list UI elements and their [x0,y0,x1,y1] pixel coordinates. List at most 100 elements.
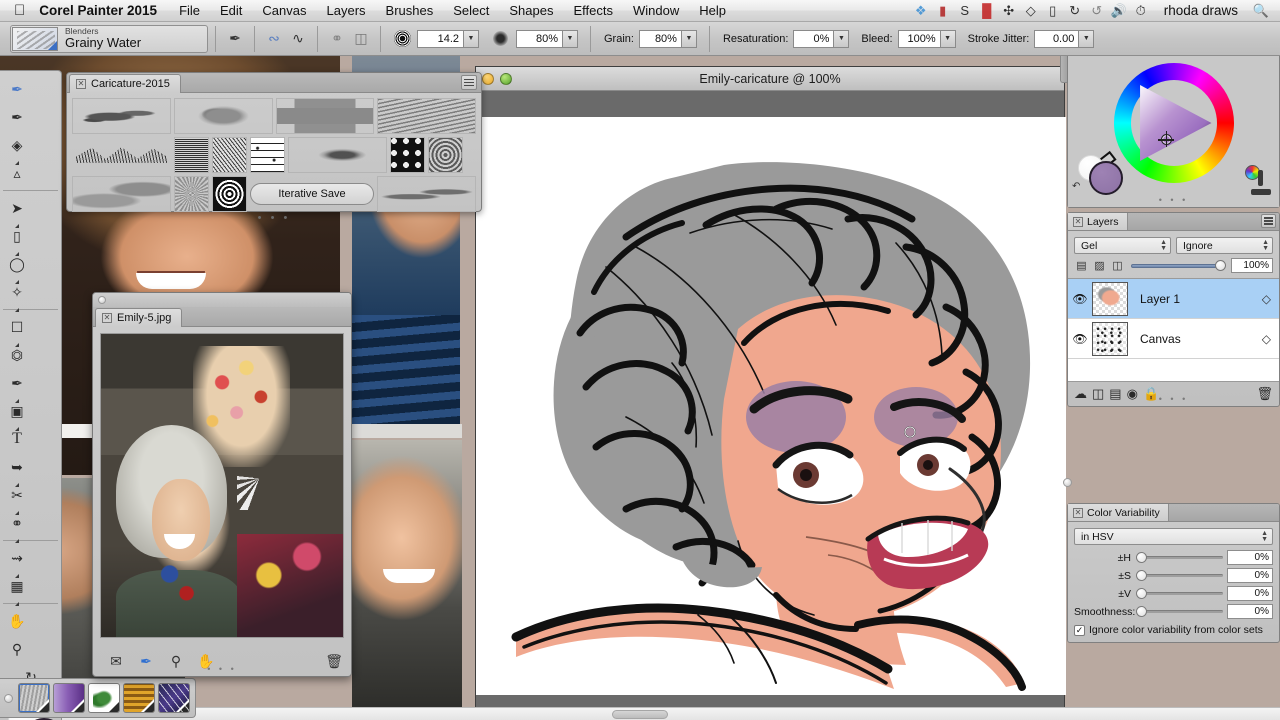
hatch-lines-brush-thumb[interactable] [377,98,476,134]
dropper-icon[interactable]: ✒ [131,653,161,670]
clock-icon[interactable]: ⏱ [1130,3,1152,19]
rectangular-selection-tool-icon[interactable]: ▯ [3,222,31,256]
menu-layers[interactable]: Layers [317,3,376,18]
reference-window-dragbar[interactable] [93,293,351,307]
menu-canvas[interactable]: Canvas [252,3,316,18]
chevron-down-icon[interactable]: ▼ [562,30,577,47]
lasso-tool-icon[interactable]: ◯ [3,250,31,284]
perspective-guides-tool-icon[interactable]: ▦ [3,572,31,606]
artwork-canvas[interactable] [476,117,1066,695]
menu-window[interactable]: Window [623,3,689,18]
palette-grip[interactable]: • • • [72,213,476,224]
variability-h-value[interactable]: 0% [1227,550,1273,565]
eraser-tool-icon[interactable]: ▵ [3,159,31,187]
stepper-icon[interactable]: ▲ ▼ [1262,239,1269,252]
chevron-down-icon[interactable]: ▼ [833,30,849,47]
layer-name[interactable]: Layer 1 [1128,292,1180,306]
document-title-bar[interactable]: Emily-caricature @ 100% [476,67,1064,91]
menu-brushes[interactable]: Brushes [376,3,444,18]
shape-selection-tool-icon[interactable]: ➥ [3,453,31,487]
media-bar-grip[interactable] [4,693,13,703]
stroke-jitter-field[interactable]: 0.00 ▼ [1034,29,1095,48]
apple-icon[interactable]:  [0,3,39,18]
preserve-transparency-icon[interactable]: ▤ [1074,259,1089,273]
reference-tab[interactable]: ✕ Emily-5.jpg [95,308,183,327]
close-icon[interactable]: ✕ [76,79,86,89]
smoothness-value[interactable]: 0% [1227,604,1273,619]
brush-tool-icon[interactable]: ✒ [3,75,31,103]
clone-color-icon[interactable] [1245,165,1271,195]
dropbox-icon[interactable]: ❖ [910,3,932,19]
dynamic-plugins-icon[interactable]: ☁ [1074,386,1087,402]
close-icon[interactable]: ✕ [1073,507,1083,518]
mirror-painting-tool-icon[interactable]: ⇝ [3,544,31,578]
layer-row-layer-1[interactable]: 👁 Layer 1 ◇ [1068,279,1279,319]
menu-shapes[interactable]: Shapes [499,3,563,18]
reference-photo[interactable] [100,333,344,638]
new-layer-icon[interactable]: ▤ [1109,386,1121,402]
menu-help[interactable]: Help [689,3,736,18]
stepper-icon[interactable]: ▲ ▼ [1261,530,1268,543]
pattern-selector[interactable] [88,683,120,713]
chevron-down-icon[interactable]: ▼ [1078,30,1094,47]
close-icon[interactable]: ✕ [102,313,112,323]
saturation-value-triangle[interactable] [1136,85,1212,161]
user-name[interactable]: rhoda draws [1152,3,1250,18]
layer-group-icon[interactable]: ◫ [1110,259,1125,273]
weave-selector[interactable] [123,683,155,713]
color-panel-grip[interactable]: • • • [1159,195,1188,205]
spray-brush-thumb[interactable] [288,137,387,173]
grain-field[interactable]: 80% ▼ [638,29,697,48]
brush-tool-icon[interactable]: ✒ [223,27,247,51]
layer-stack-icon[interactable]: ◇ [1262,292,1279,306]
tab-layers[interactable]: ✕ Layers [1068,213,1128,230]
chevron-down-icon[interactable]: ▼ [463,30,478,47]
ignore-variability-checkbox-row[interactable]: ✓ Ignore color variability from color se… [1074,624,1273,636]
stepper-icon[interactable]: ▲ ▼ [1160,239,1167,252]
composite-method-select[interactable]: Gel ▲ ▼ [1074,237,1171,254]
palette-menu-icon[interactable] [461,75,477,90]
dotted-grid-thumb[interactable] [250,137,285,173]
straight-line-stroke-icon[interactable]: ∿ [286,27,310,51]
palette-tab-caricature[interactable]: ✕ Caricature-2015 [69,74,181,93]
delete-layer-icon[interactable]: 🗑 [1256,386,1273,402]
scrollbar-thumb[interactable] [612,710,668,719]
pick-up-underlying-icon[interactable]: ▨ [1092,259,1107,273]
panel-menu-icon[interactable] [1261,214,1276,228]
dropper-tool-icon[interactable]: ✒ [3,103,31,131]
new-layer-mask-icon[interactable]: ◉ [1127,386,1138,402]
layer-stack-icon[interactable]: ◇ [1262,332,1279,346]
search-icon[interactable]: 🔍 [1250,3,1272,19]
variability-v-slider[interactable] [1136,588,1223,599]
layer-opacity-value[interactable]: 100% [1231,258,1273,273]
close-icon[interactable]: ✕ [1073,216,1083,227]
film-icon[interactable]: █ [976,3,998,18]
grain-pattern-thumb[interactable] [174,137,209,173]
wave-brush-thumb[interactable] [72,176,171,212]
freehand-stroke-icon[interactable]: ∾ [262,27,286,51]
battery-icon[interactable]: ▮ [932,3,954,19]
magnifier-icon[interactable]: ⚲ [161,653,191,670]
variability-mode-select[interactable]: in HSV ▲ ▼ [1074,528,1273,545]
grabber-hand-tool-icon[interactable]: ✋ [3,607,31,635]
convert-point-tool-icon[interactable]: ⚭ [3,509,31,543]
composite-depth-select[interactable]: Ignore ▲ ▼ [1176,237,1273,254]
brush-size-field[interactable]: 14.2 ▼ [417,29,479,48]
open-image-icon[interactable]: ✉ [101,653,131,670]
reference-grip[interactable]: • • • [207,664,236,674]
magic-wand-tool-icon[interactable]: ✧ [3,278,31,312]
timemachine-icon[interactable]: ↺ [1086,3,1108,19]
layer-mask-icon[interactable]: ◫ [1092,386,1104,402]
gradient-selector[interactable] [53,683,85,713]
layers-panel-grip[interactable]: • • • [1159,394,1188,404]
look-selector[interactable] [158,683,190,713]
chevron-down-icon[interactable]: ▼ [939,30,955,47]
block-brush-thumb[interactable] [275,98,375,134]
menu-effects[interactable]: Effects [563,3,623,18]
opacity-field[interactable]: 80% ▼ [516,29,578,48]
layer-adjuster-tool-icon[interactable]: ➤ [3,194,31,228]
variability-v-value[interactable]: 0% [1227,586,1273,601]
layer-visibility-icon[interactable]: 👁 [1068,292,1092,306]
bleed-field[interactable]: 100% ▼ [897,29,956,48]
thin-wave-brush-thumb[interactable] [377,176,476,212]
